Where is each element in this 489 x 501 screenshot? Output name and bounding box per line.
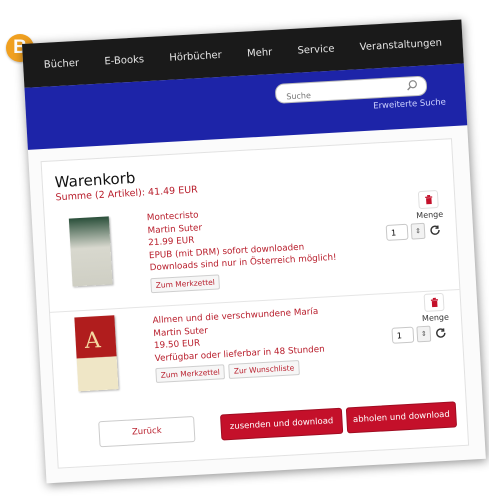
nav-item-ebooks[interactable]: E-Books [104, 54, 144, 67]
quantity-stepper[interactable]: ⇕ [416, 325, 432, 343]
cart-item: A Allmen und die verschwundene María Mar… [49, 288, 465, 413]
shop-page: Bücher E-Books Hörbücher Mehr Service Ve… [22, 19, 486, 484]
merkzettel-button[interactable]: Zum Merkzettel [155, 364, 226, 384]
trash-icon [424, 194, 432, 205]
quantity-stepper[interactable]: ⇕ [410, 222, 426, 240]
advanced-search-link[interactable]: Erweiterte Suche [373, 97, 446, 111]
nav-item-service[interactable]: Service [297, 43, 335, 56]
nav-item-hoerbuecher[interactable]: Hörbücher [169, 49, 222, 63]
quantity-control: ⇕ [385, 222, 443, 241]
nav-item-veranstaltungen[interactable]: Veranstaltungen [359, 37, 442, 53]
delete-item-button[interactable] [417, 190, 439, 210]
trash-icon [430, 297, 438, 308]
quantity-input[interactable] [385, 223, 409, 241]
nav-item-buecher[interactable]: Bücher [44, 57, 80, 70]
cart-panel: Warenkorb Summe (2 Artikel): 41.49 EUR M… [40, 138, 470, 469]
book-cover[interactable] [68, 216, 113, 287]
quantity-label: Menge [421, 312, 450, 324]
send-and-download-button[interactable]: zusenden und download [219, 407, 344, 441]
book-cover[interactable]: A [74, 315, 119, 392]
quantity-label: Menge [416, 209, 444, 221]
item-info: Allmen und die verschwundene María Marti… [152, 303, 365, 384]
pickup-and-download-button[interactable]: abholen und download [345, 401, 458, 434]
merkzettel-button[interactable]: Zum Merkzettel [150, 273, 221, 293]
refresh-icon [430, 225, 440, 235]
stepper-arrows-icon: ⇕ [414, 227, 422, 236]
wishlist-button[interactable]: Zur Wunschliste [228, 360, 300, 379]
quantity-input[interactable] [391, 326, 415, 344]
cover-letter: A [84, 328, 102, 354]
stepper-arrows-icon: ⇕ [420, 329, 427, 339]
refresh-icon [436, 328, 446, 338]
refresh-quantity-button[interactable] [428, 223, 443, 238]
search-icon[interactable] [406, 79, 419, 92]
back-button[interactable]: Zurück [98, 415, 196, 448]
refresh-quantity-button[interactable] [433, 326, 448, 341]
delete-item-button[interactable] [423, 292, 445, 312]
quantity-control: ⇕ [391, 325, 448, 344]
item-info: Montecristo Martin Suter 21.99 EUR EPUB … [147, 201, 361, 293]
nav-item-mehr[interactable]: Mehr [247, 47, 273, 59]
